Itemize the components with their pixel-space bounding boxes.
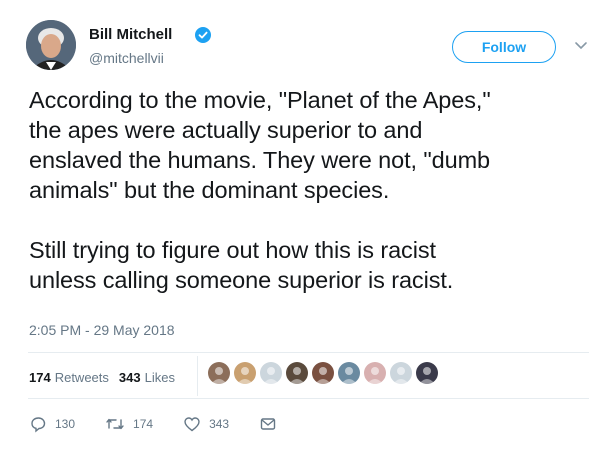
avatar[interactable] — [26, 20, 76, 70]
tweet-stats: 174 Retweets 343 Likes — [29, 370, 185, 385]
liker-avatar[interactable] — [390, 362, 412, 384]
likes-label: Likes — [144, 370, 175, 385]
author-name[interactable]: Bill Mitchell — [89, 26, 172, 43]
liker-avatar[interactable] — [338, 362, 360, 384]
verified-badge-icon — [195, 27, 211, 43]
likes-stat[interactable]: 343 Likes — [119, 370, 175, 385]
liker-avatar[interactable] — [364, 362, 386, 384]
tweet-text: According to the movie, "Planet of the A… — [29, 85, 604, 295]
direct-message-button[interactable] — [259, 415, 285, 433]
tweet-actions: 130 174 343 — [29, 415, 315, 433]
divider — [28, 398, 589, 399]
likes-count: 343 — [118, 370, 141, 385]
retweets-label: Retweets — [54, 370, 109, 385]
like-button[interactable]: 343 — [183, 415, 229, 433]
tweet-paragraph: Still trying to figure out how this is r… — [29, 237, 454, 293]
like-count: 343 — [209, 417, 230, 431]
liker-avatar[interactable] — [286, 362, 308, 384]
chevron-down-icon[interactable] — [574, 40, 588, 50]
tweet-timestamp[interactable]: 2:05 PM - 29 May 2018 — [29, 322, 175, 338]
author-handle[interactable]: @mitchellvii — [89, 50, 164, 66]
stats-separator — [197, 356, 198, 396]
liker-avatar[interactable] — [312, 362, 334, 384]
follow-button[interactable]: Follow — [452, 31, 556, 63]
envelope-icon — [260, 418, 276, 430]
retweet-button[interactable]: 174 — [105, 415, 153, 433]
retweet-count: 174 — [133, 417, 154, 431]
retweets-stat[interactable]: 174 Retweets — [29, 370, 109, 385]
liker-avatar[interactable] — [208, 362, 230, 384]
reply-count: 130 — [55, 417, 76, 431]
reply-icon — [31, 417, 46, 433]
heart-icon — [184, 417, 200, 432]
retweet-icon — [106, 418, 124, 430]
reply-button[interactable]: 130 — [29, 415, 75, 433]
likers-avatars[interactable] — [208, 362, 442, 384]
retweets-count: 174 — [29, 370, 51, 385]
tweet-paragraph: According to the movie, "Planet of the A… — [29, 87, 491, 203]
avatar-photo — [26, 20, 76, 70]
liker-avatar[interactable] — [416, 362, 438, 384]
divider — [28, 352, 589, 353]
liker-avatar[interactable] — [260, 362, 282, 384]
liker-avatar[interactable] — [234, 362, 256, 384]
